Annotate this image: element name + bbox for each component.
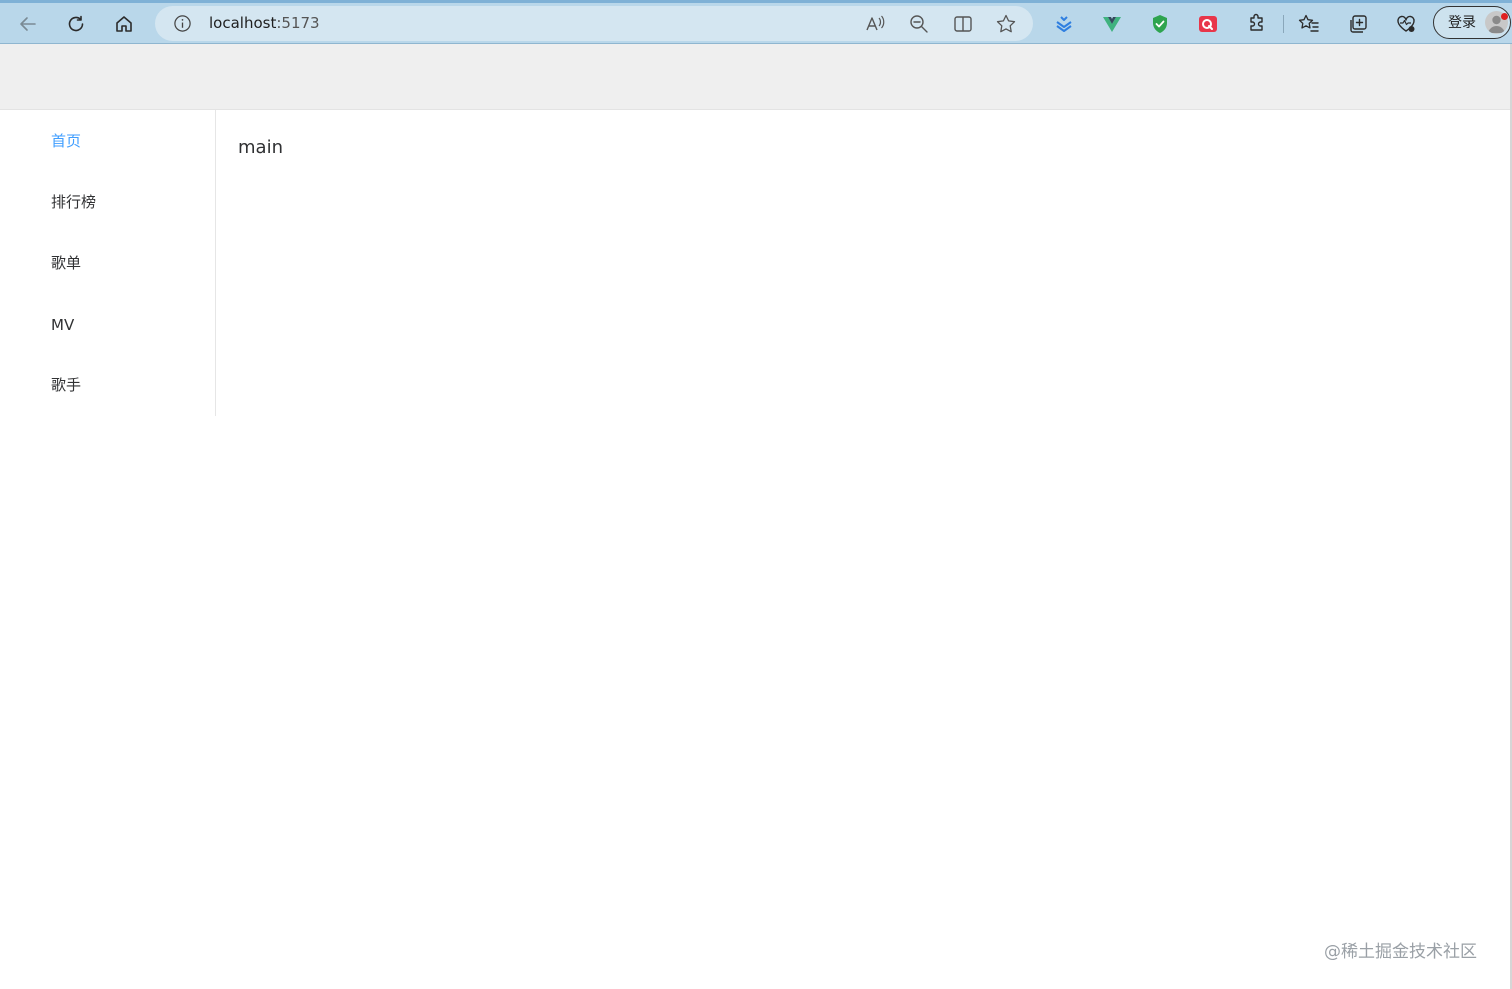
watermark: @稀土掘金技术社区 bbox=[1324, 942, 1477, 962]
notification-dot bbox=[1501, 13, 1508, 20]
sidebar-item-playlists[interactable]: 歌单 bbox=[51, 253, 81, 273]
split-screen-icon[interactable] bbox=[951, 12, 975, 36]
app-header bbox=[0, 44, 1510, 110]
site-info-icon[interactable] bbox=[173, 14, 192, 33]
sidebar-menu: 首页 排行榜 歌单 MV 歌手 bbox=[0, 110, 216, 416]
back-arrow-icon[interactable] bbox=[12, 8, 44, 40]
favorites-list-icon[interactable] bbox=[1297, 11, 1321, 37]
toolbar-separator bbox=[1283, 15, 1284, 33]
browser-essentials-icon[interactable] bbox=[1394, 11, 1418, 37]
zoom-out-icon[interactable] bbox=[907, 12, 931, 36]
vue-devtools-icon[interactable] bbox=[1100, 11, 1124, 37]
home-icon[interactable] bbox=[108, 8, 140, 40]
url-text[interactable]: localhost:5173 bbox=[209, 14, 320, 33]
login-label: 登录 bbox=[1448, 15, 1476, 31]
sidebar-item-mv[interactable]: MV bbox=[51, 315, 74, 335]
sidebar-item-home[interactable]: 首页 bbox=[51, 131, 81, 151]
shield-check-icon[interactable] bbox=[1148, 11, 1172, 37]
layers-extension-icon[interactable] bbox=[1052, 11, 1076, 37]
profile-login-button[interactable]: 登录 bbox=[1433, 6, 1511, 39]
collections-icon[interactable] bbox=[1346, 11, 1370, 37]
favorite-star-icon[interactable] bbox=[994, 12, 1018, 36]
read-aloud-icon[interactable] bbox=[863, 12, 887, 36]
browser-toolbar: localhost:5173 登录 bbox=[0, 0, 1512, 44]
url-host: localhost bbox=[209, 14, 277, 32]
refresh-icon[interactable] bbox=[60, 8, 92, 40]
main-content-text: main bbox=[238, 137, 283, 158]
red-extension-icon[interactable] bbox=[1196, 11, 1220, 37]
sidebar-item-ranking[interactable]: 排行榜 bbox=[51, 192, 96, 212]
url-port: :5173 bbox=[276, 14, 320, 32]
sidebar-item-singers[interactable]: 歌手 bbox=[51, 375, 81, 395]
address-bar[interactable]: localhost:5173 bbox=[155, 6, 1033, 41]
puzzle-extensions-icon[interactable] bbox=[1245, 11, 1269, 37]
